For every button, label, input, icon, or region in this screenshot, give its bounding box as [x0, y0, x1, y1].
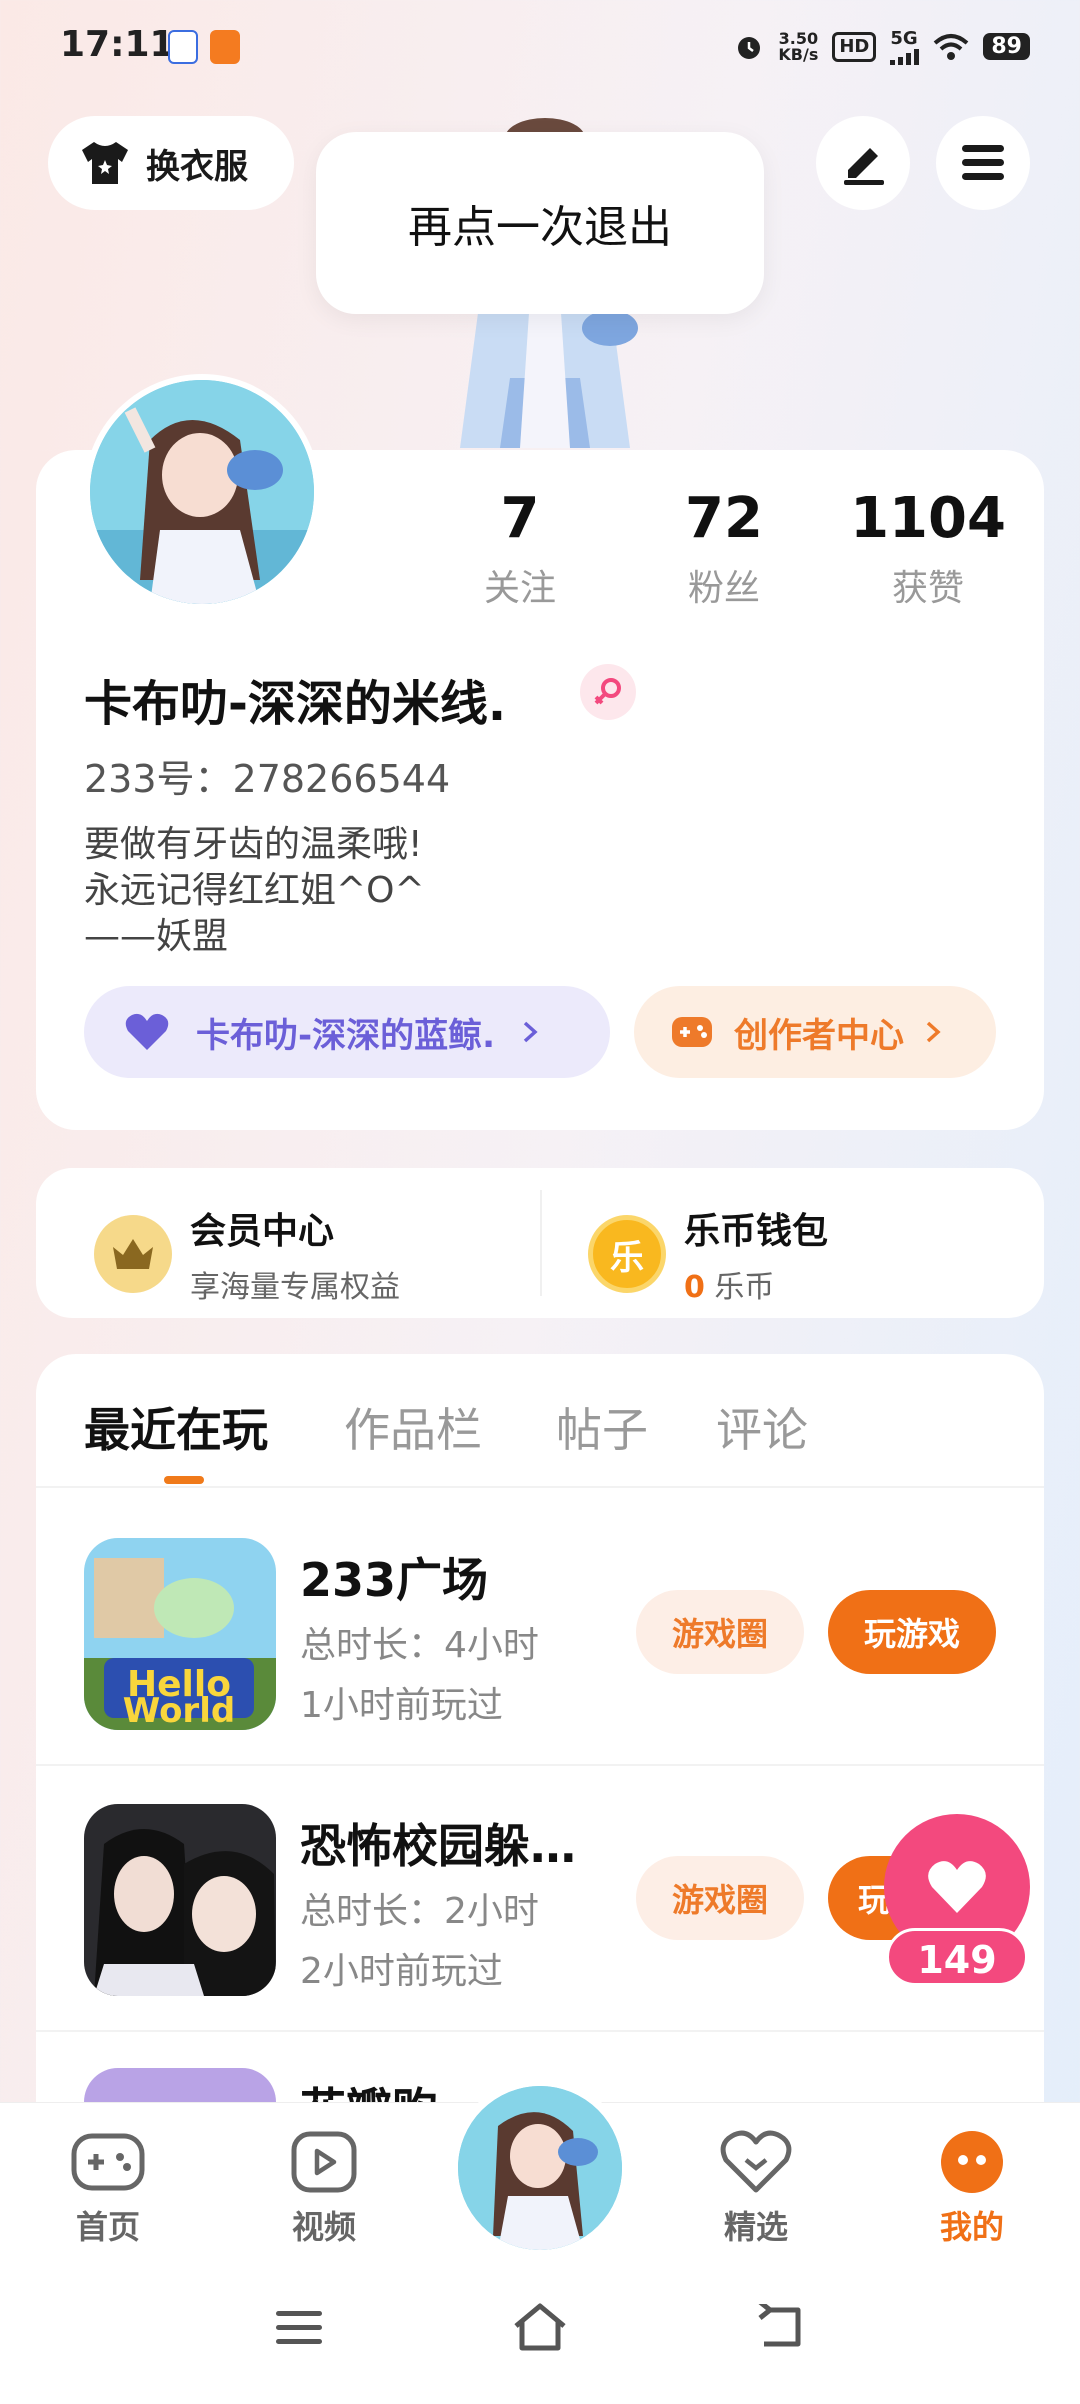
wallet[interactable]: 乐 乐币钱包 0 乐币	[588, 1202, 828, 1306]
group-button[interactable]: 卡布叻-深深的蓝鲸.	[84, 986, 610, 1078]
bio: 要做有牙齿的温柔哦! 永远记得红红姐^O^ ——妖盟	[84, 824, 425, 957]
net-speed: 3.50 KB/s	[778, 28, 819, 64]
status-bar: 17:11 3.50 KB/s HD 5G 89	[0, 0, 1080, 100]
profile-icon	[941, 2131, 1003, 2193]
status-time: 17:11	[60, 24, 175, 65]
tab-recent[interactable]: 最近在玩	[84, 1394, 268, 1460]
nav-video[interactable]: 视频	[264, 2130, 384, 2248]
user-id: 233号：278266544	[84, 757, 451, 801]
game-icon	[84, 1804, 276, 1996]
wifi-icon	[934, 33, 969, 60]
avatar-image	[90, 380, 314, 604]
divider	[540, 1190, 542, 1296]
play-game-button[interactable]: 玩游戏	[828, 1590, 996, 1674]
stat-value: 1104	[850, 486, 1006, 551]
vip-center[interactable]: 会员中心 享海量专属权益	[94, 1202, 400, 1306]
home-gamepad-icon	[71, 2133, 145, 2191]
heart-icon	[125, 1013, 169, 1050]
stat-label: 关注	[483, 568, 556, 609]
game-icon	[84, 2068, 276, 2102]
avatar[interactable]	[84, 374, 320, 610]
chevron-right-icon	[523, 1021, 538, 1043]
edit-icon	[844, 148, 884, 185]
game-name: 恐怖校园躲…	[300, 1819, 576, 1873]
battery-indicator: 89	[983, 33, 1030, 60]
stat-likes[interactable]: 1104 获赞	[848, 486, 1008, 611]
game-name: 花瓣购…	[300, 2074, 484, 2102]
creator-center-button[interactable]: 创作者中心	[634, 986, 996, 1078]
menu-icon	[962, 145, 1004, 180]
nav-avatar-center[interactable]	[450, 2078, 630, 2258]
divider	[36, 2030, 1044, 2032]
tab-indicator	[164, 1476, 204, 1484]
wallet-title: 乐币钱包	[684, 1211, 829, 1252]
recent-apps-icon[interactable]	[274, 2308, 324, 2348]
status-indicators: 3.50 KB/s HD 5G 89	[734, 28, 1030, 65]
hd-badge: HD	[832, 31, 877, 62]
signal-icon	[890, 49, 920, 65]
tab-posts[interactable]: 帖子	[556, 1394, 648, 1460]
tab-comments[interactable]: 评论	[716, 1394, 808, 1460]
nav-featured[interactable]: 精选	[696, 2130, 816, 2248]
game-duration: 总时长：4小时	[300, 1625, 539, 1666]
home-icon[interactable]	[510, 2302, 570, 2352]
video-icon	[291, 2131, 357, 2193]
system-nav-bar	[0, 2262, 1080, 2404]
stat-fans[interactable]: 72 粉丝	[644, 486, 804, 611]
crown-icon	[94, 1215, 172, 1293]
network-type: 5G	[890, 28, 918, 49]
wallet-unit: 乐币	[714, 1270, 775, 1305]
game-circle-button[interactable]: 游戏圈	[636, 1590, 804, 1674]
like-count: 149	[886, 1928, 1028, 1986]
avatar-image	[458, 2086, 622, 2250]
wardrobe-icon	[82, 142, 128, 184]
game-duration: 总时长：2小时	[300, 1891, 539, 1932]
svg-text:World: World	[123, 1691, 235, 1730]
stat-value: 7	[500, 486, 540, 551]
nav-home[interactable]: 首页	[48, 2130, 168, 2248]
back-icon[interactable]	[754, 2304, 804, 2350]
vip-title: 会员中心	[190, 1211, 335, 1252]
group-label: 卡布叻-深深的蓝鲸.	[196, 1015, 496, 1056]
game-name: 233广场	[300, 1553, 489, 1607]
divider	[36, 1486, 1044, 1488]
tab-works[interactable]: 作品栏	[344, 1394, 482, 1460]
featured-icon	[720, 2130, 792, 2193]
chevron-right-icon	[926, 1021, 941, 1043]
gamepad-icon	[672, 1017, 712, 1047]
nav-me[interactable]: 我的	[912, 2130, 1032, 2248]
alarm-icon	[738, 36, 761, 59]
stat-value: 72	[685, 486, 763, 551]
stat-label: 粉丝	[687, 568, 760, 609]
menu-button[interactable]	[936, 116, 1030, 210]
exit-toast: 再点一次退出	[316, 132, 764, 314]
taobao-app-icon	[210, 30, 240, 64]
vip-subtitle: 享海量专属权益	[190, 1270, 400, 1305]
wardrobe-label: 换衣服	[146, 146, 248, 187]
heart-icon	[928, 1861, 986, 1913]
creator-label: 创作者中心	[734, 1015, 904, 1056]
coin-icon: 乐	[588, 1215, 666, 1293]
wardrobe-button[interactable]: 换衣服	[48, 116, 294, 210]
stat-label: 获赞	[891, 568, 964, 609]
wallet-amount: 0	[684, 1270, 705, 1305]
gender-female-icon	[580, 664, 636, 720]
edit-button[interactable]	[816, 116, 910, 210]
username: 卡布叻-深深的米线.	[84, 676, 507, 732]
baidu-app-icon	[168, 30, 198, 64]
game-last-played: 2小时前玩过	[300, 1951, 503, 1992]
game-circle-button[interactable]: 游戏圈	[636, 1856, 804, 1940]
game-icon: Hello World	[84, 1538, 276, 1730]
game-last-played: 1小时前玩过	[300, 1685, 503, 1726]
stat-following[interactable]: 7 关注	[440, 486, 600, 611]
